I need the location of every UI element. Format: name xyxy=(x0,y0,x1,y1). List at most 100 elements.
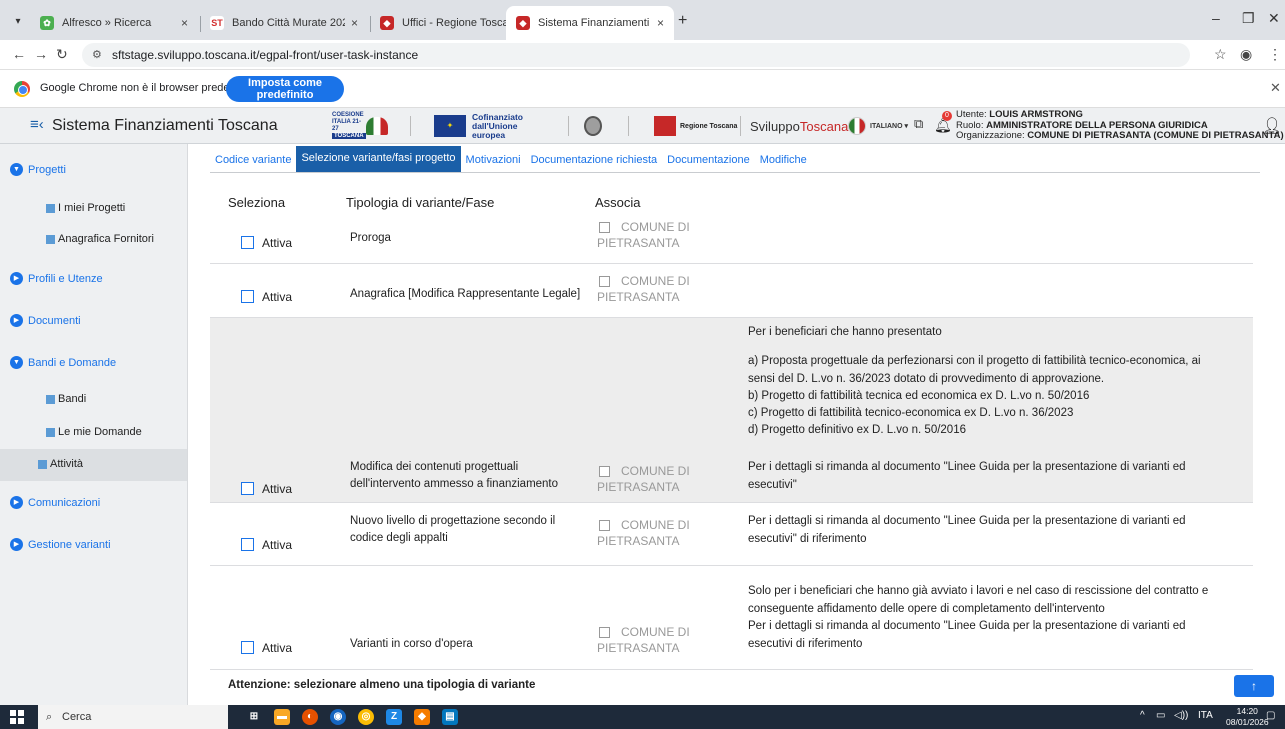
browser-tab-sistema[interactable]: ◆ Sistema Finanziamenti Toscana × xyxy=(506,6,674,40)
app-title: Sistema Finanziamenti Toscana xyxy=(52,117,278,134)
sidebar: ▼ Progetti I miei Progetti Anagrafica For… xyxy=(0,144,188,705)
associa-label: COMUNE DI PIETRASANTA xyxy=(597,274,690,304)
sidebar-item-bandi[interactable]: Bandi xyxy=(46,393,86,405)
chevron-right-icon: ▶ xyxy=(10,538,23,551)
browser-tab-bando[interactable]: ST Bando Città Murate 2024 - Svil × xyxy=(200,6,368,40)
zoom-icon[interactable]: Z xyxy=(386,709,402,725)
subtabs: Codice variante Selezione variante/fasi … xyxy=(210,144,1260,173)
header-seleziona: Seleziona xyxy=(228,195,286,210)
tab-search-icon[interactable]: ▾ xyxy=(8,12,28,32)
tab-documentazione[interactable]: Documentazione xyxy=(662,154,755,172)
windows-icon[interactable]: ⧉ xyxy=(914,116,923,132)
validation-warning: Attenzione: selezionare almeno una tipol… xyxy=(228,679,536,691)
notifications-icon[interactable]: ▢ xyxy=(1266,710,1275,721)
reload-icon[interactable]: ↻ xyxy=(56,46,68,63)
alfresco-icon: ✿ xyxy=(40,16,54,30)
windows-start-icon[interactable] xyxy=(10,710,24,724)
minimize-icon[interactable]: – xyxy=(1212,10,1220,26)
set-default-button[interactable]: Imposta come predefinito xyxy=(226,76,344,102)
attiva-checkbox[interactable] xyxy=(241,641,254,654)
network-icon[interactable]: ▭ xyxy=(1156,710,1165,721)
sidebar-section-bandi-domande[interactable]: ▼ Bandi e Domande xyxy=(10,356,116,369)
chevron-right-icon: ▶ xyxy=(10,496,23,509)
firefox-icon[interactable]: ◐ xyxy=(302,709,318,725)
sidebar-item-attivita[interactable]: Attività xyxy=(38,458,83,470)
menu-toggle-icon[interactable]: ≡‹ xyxy=(30,116,44,133)
square-icon xyxy=(46,203,55,213)
bookmark-star-icon[interactable]: ☆ xyxy=(1214,46,1227,63)
close-icon[interactable]: × xyxy=(351,16,358,30)
tab-codice-variante[interactable]: Codice variante xyxy=(210,154,296,172)
chevron-right-icon: ▶ xyxy=(10,314,23,327)
windows-taskbar: ⌕ Cerca ⊞ ▬ ◐ ◉ ◎ Z ◆ ▤ ^ ▭ ◁)) ITA 14:2… xyxy=(0,705,1285,729)
tipologia-text: Modifica dei contenuti progettuali dell'… xyxy=(350,461,559,490)
table-row: Attiva Proroga COMUNE DI PIETRASANTA xyxy=(210,214,1253,264)
tab-modifiche[interactable]: Modifiche xyxy=(755,154,812,172)
app-icon[interactable]: ◆ xyxy=(414,709,430,725)
attiva-checkbox[interactable] xyxy=(241,482,254,495)
tab-documentazione-richiesta[interactable]: Documentazione richiesta xyxy=(526,154,663,172)
square-icon xyxy=(46,427,55,437)
user-icon[interactable]: 👤︎ xyxy=(1262,116,1282,136)
sidebar-section-profili[interactable]: ▶ Profili e Utenze xyxy=(10,272,103,285)
attiva-checkbox[interactable] xyxy=(241,236,254,249)
restore-icon[interactable]: ❐ xyxy=(1242,10,1255,27)
associa-label: COMUNE DI PIETRASANTA xyxy=(597,464,690,494)
sviluppo-toscana-logo: Sviluppo Toscana xyxy=(750,118,849,134)
site-info-icon[interactable]: ⚙ xyxy=(92,43,102,67)
window-close-icon[interactable]: ✕ xyxy=(1268,10,1280,27)
clock[interactable]: 14:20 08/01/2026 xyxy=(1226,706,1269,728)
task-view-icon[interactable]: ⊞ xyxy=(246,709,262,725)
sidebar-section-documenti[interactable]: ▶ Documenti xyxy=(10,314,81,327)
attiva-checkbox[interactable] xyxy=(241,290,254,303)
eu-logo: ✦ Cofinanziato dall'Unione europea xyxy=(434,112,544,140)
regione-toscana-logo: Regione Toscana xyxy=(654,112,737,140)
tab-motivazioni[interactable]: Motivazioni xyxy=(461,154,526,172)
browser-tabstrip: ▾ ✿ Alfresco » Ricerca × ST Bando Città … xyxy=(0,0,1285,40)
browser-tab-alfresco[interactable]: ✿ Alfresco » Ricerca × xyxy=(30,6,198,40)
volume-icon[interactable]: ◁)) xyxy=(1174,710,1188,721)
table-row: Attiva Varianti in corso d'opera COMUNE … xyxy=(210,566,1253,670)
note-text: Per i dettagli si rimanda al documento "… xyxy=(748,620,1186,650)
infobar-text: Google Chrome non è il browser predefini… xyxy=(40,82,253,94)
regione-icon: ◆ xyxy=(380,16,394,30)
app-header: ≡‹ Sistema Finanziamenti Toscana COESION… xyxy=(0,108,1285,144)
close-icon[interactable]: × xyxy=(657,16,664,30)
regione-icon: ◆ xyxy=(516,16,530,30)
profile-icon[interactable]: ◉ xyxy=(1240,46,1252,63)
app-icon[interactable]: ◉ xyxy=(330,709,346,725)
close-icon[interactable]: × xyxy=(181,16,188,30)
attiva-checkbox[interactable] xyxy=(241,538,254,551)
app-icon[interactable]: ▤ xyxy=(442,709,458,725)
note-text: b) Progetto di fattibilità tecnica ed ec… xyxy=(748,390,1090,402)
menu-dots-icon[interactable]: ⋮ xyxy=(1268,46,1282,63)
note-text: d) Progetto definitivo ex D. L.vo n. 50/… xyxy=(748,424,966,436)
sidebar-item-mie-domande[interactable]: Le mie Domande xyxy=(46,426,142,438)
sidebar-section-comunicazioni[interactable]: ▶ Comunicazioni xyxy=(10,496,100,509)
language-selector[interactable]: ITALIANO ▾ xyxy=(848,112,908,140)
table-row: Attiva Nuovo livello di progettazione se… xyxy=(210,503,1253,566)
tab-selezione-variante[interactable]: Selezione variante/fasi progetto xyxy=(296,146,461,172)
note-text: c) Progetto di fattibilità tecnico-econo… xyxy=(748,407,1074,419)
tipologia-text: Nuovo livello di progettazione secondo i… xyxy=(350,515,556,544)
language-indicator[interactable]: ITA xyxy=(1198,710,1213,721)
infobar-close-icon[interactable]: ✕ xyxy=(1270,80,1281,96)
forward-icon[interactable]: → xyxy=(34,46,48,62)
table-row: Attiva Modifica dei contenuti progettual… xyxy=(210,318,1253,503)
new-tab-icon[interactable]: + xyxy=(678,12,687,30)
sidebar-item-anagrafica-fornitori[interactable]: Anagrafica Fornitori xyxy=(46,233,154,245)
back-icon[interactable]: ← xyxy=(12,46,26,62)
taskbar-search[interactable]: ⌕ Cerca xyxy=(38,705,228,729)
main-content: Codice variante Selezione variante/fasi … xyxy=(188,144,1285,705)
tray-expand-icon[interactable]: ^ xyxy=(1140,710,1145,721)
eu-flag-icon: ✦ xyxy=(434,115,466,137)
scroll-top-button[interactable]: ↑ xyxy=(1234,675,1274,697)
url-input[interactable]: ⚙ sftstage.sviluppo.toscana.it/egpal-fro… xyxy=(82,43,1190,67)
sidebar-section-gestione-varianti[interactable]: ▶ Gestione varianti xyxy=(10,538,111,551)
header-associa: Associa xyxy=(595,195,641,210)
note-text: Per i dettagli si rimanda al documento "… xyxy=(748,515,1186,545)
sidebar-section-progetti[interactable]: ▼ Progetti xyxy=(10,163,66,176)
file-explorer-icon[interactable]: ▬ xyxy=(274,709,290,725)
sidebar-item-miei-progetti[interactable]: I miei Progetti xyxy=(46,202,125,214)
chrome-icon[interactable]: ◎ xyxy=(358,709,374,725)
